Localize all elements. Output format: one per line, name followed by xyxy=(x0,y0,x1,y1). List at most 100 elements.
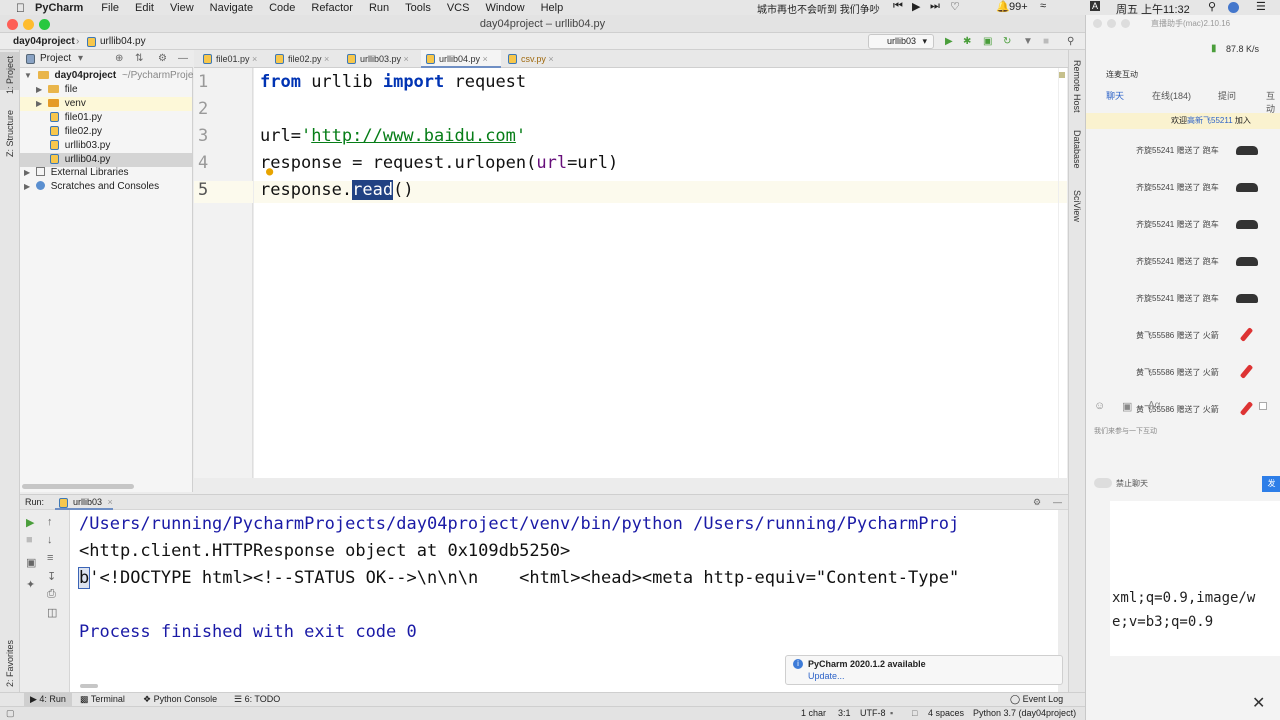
debug-icon[interactable]: ✱ xyxy=(963,33,971,50)
zoom-window-button[interactable] xyxy=(1121,19,1130,28)
tab-file02[interactable]: file02.py × xyxy=(270,50,342,68)
intention-bulb-icon[interactable]: ● xyxy=(266,164,273,178)
gear-icon[interactable]: ⚙ xyxy=(1033,495,1041,510)
concurrency-icon[interactable]: ▼ xyxy=(1023,33,1033,50)
structure-tool-label[interactable]: Z: Structure xyxy=(5,110,15,157)
close-icon[interactable]: × xyxy=(548,54,553,64)
tab-run[interactable]: ▶ 4: Run xyxy=(24,693,72,706)
status-encoding[interactable]: UTF-8 xyxy=(860,707,886,720)
menu-run[interactable]: Run xyxy=(369,2,389,14)
menu-refactor[interactable]: Refactor xyxy=(311,2,353,14)
print-icon[interactable]: ⎙ xyxy=(47,588,56,601)
tree-item-external-libraries[interactable]: ▶ External Libraries xyxy=(24,166,129,180)
project-tool-label[interactable]: 1: Project xyxy=(5,56,15,94)
up-arrow-icon[interactable]: ↑ xyxy=(47,516,53,528)
stop-icon[interactable]: ■ xyxy=(26,534,33,546)
scroll-end-icon[interactable]: ↧ xyxy=(47,570,56,583)
coverage-icon[interactable]: ▣ xyxy=(983,33,992,50)
send-button[interactable]: 发 xyxy=(1262,476,1280,492)
tree-item-file01[interactable]: file01.py xyxy=(50,111,102,125)
favorites-tool-label[interactable]: 2: Favorites xyxy=(5,640,15,687)
tab-csv[interactable]: csv.py × xyxy=(503,50,569,68)
user-avatar-icon[interactable] xyxy=(1228,2,1239,13)
menu-code[interactable]: Code xyxy=(269,2,295,14)
tree-item-venv[interactable]: ▶ venv xyxy=(20,97,192,111)
trash-icon[interactable]: ◫ xyxy=(47,606,57,619)
image-icon[interactable]: ▣ xyxy=(1122,400,1132,413)
inspection-marker[interactable] xyxy=(1059,72,1065,78)
wrap-icon[interactable]: ≡ xyxy=(47,552,53,564)
horizontal-scrollbar[interactable] xyxy=(22,484,134,489)
search-everywhere-icon[interactable]: ⚲ xyxy=(1067,33,1074,50)
close-window-button[interactable] xyxy=(1093,19,1102,28)
media-prev-icon[interactable]: ⏮ xyxy=(893,0,903,13)
run-icon[interactable]: ▶ xyxy=(945,33,953,50)
tree-item-urllib04[interactable]: urllib04.py xyxy=(20,153,192,167)
tree-item-file[interactable]: ▶ file xyxy=(36,83,78,97)
tab-terminal[interactable]: ▩ Terminal xyxy=(80,693,125,706)
close-icon[interactable]: ✕ xyxy=(1252,693,1265,713)
apple-icon[interactable]:  xyxy=(16,1,25,15)
toggle-tool-windows-icon[interactable]: ▢ xyxy=(6,707,15,720)
tab-file01[interactable]: file01.py × xyxy=(198,50,268,68)
breadcrumb-file[interactable]: urllib04.py xyxy=(100,33,146,50)
string-url[interactable]: http://www.baidu.com xyxy=(311,126,516,146)
update-notification[interactable]: i PyCharm 2020.1.2 available Update... xyxy=(785,655,1063,685)
input-method-icon[interactable]: A xyxy=(1090,1,1101,11)
minimize-window-button[interactable] xyxy=(1107,19,1116,28)
tab-interact[interactable]: 互动 xyxy=(1266,89,1280,115)
font-icon[interactable]: Aα xyxy=(1148,400,1160,411)
status-interpreter[interactable]: Python 3.7 (day04project) xyxy=(973,707,1076,720)
console-scrollbar[interactable] xyxy=(80,684,98,688)
tree-item-file02[interactable]: file02.py xyxy=(50,125,102,139)
remote-host-label[interactable]: Remote Host xyxy=(1072,60,1082,113)
readonly-icon[interactable]: □ xyxy=(912,707,917,720)
run-tab[interactable]: urllib03 × xyxy=(55,495,113,510)
heart-icon[interactable]: ♡ xyxy=(950,0,960,13)
run-config-selector[interactable]: urllib03 ▾ xyxy=(868,34,934,49)
zoom-window-button[interactable] xyxy=(39,19,50,30)
tab-python-console[interactable]: ❖ Python Console xyxy=(143,693,217,706)
gear-icon[interactable]: ⚙ xyxy=(158,50,167,68)
menu-file[interactable]: File xyxy=(101,2,119,14)
tab-questions[interactable]: 提问 xyxy=(1218,89,1236,102)
mute-toggle[interactable] xyxy=(1094,478,1112,488)
menu-help[interactable]: Help xyxy=(541,2,564,14)
hide-icon[interactable]: — xyxy=(1053,495,1062,510)
close-window-button[interactable] xyxy=(7,19,18,30)
close-icon[interactable]: × xyxy=(108,497,113,507)
collapse-icon[interactable]: ⇅ xyxy=(135,50,143,68)
menu-tools[interactable]: Tools xyxy=(405,2,431,14)
breadcrumb-project[interactable]: day04project xyxy=(13,33,75,50)
event-log-button[interactable]: ◯ Event Log xyxy=(1010,693,1063,706)
menu-window[interactable]: Window xyxy=(485,2,524,14)
tab-urllib04[interactable]: urllib04.py × xyxy=(421,50,501,68)
tab-online[interactable]: 在线(184) xyxy=(1152,89,1191,102)
menu-vcs[interactable]: VCS xyxy=(447,2,470,14)
notification-bell-icon[interactable]: 🔔 xyxy=(996,0,1010,13)
close-icon[interactable]: × xyxy=(324,54,329,64)
emoji-icon[interactable]: ☺ xyxy=(1094,400,1105,412)
close-icon[interactable]: × xyxy=(252,54,257,64)
profile-icon[interactable]: ↻ xyxy=(1003,33,1011,50)
status-indent[interactable]: 4 spaces xyxy=(928,707,964,720)
locate-icon[interactable]: ⊕ xyxy=(115,50,123,68)
database-label[interactable]: Database xyxy=(1072,130,1082,169)
menu-view[interactable]: View xyxy=(170,2,194,14)
tab-chat[interactable]: 聊天 xyxy=(1106,89,1124,102)
rerun-icon[interactable]: ▶ xyxy=(26,516,34,529)
menu-edit[interactable]: Edit xyxy=(135,2,154,14)
menu-list-icon[interactable]: ☰ xyxy=(1256,0,1266,13)
app-menu[interactable]: PyCharm xyxy=(35,2,83,14)
pin-icon[interactable]: ✦ xyxy=(26,578,35,591)
media-play-icon[interactable]: ▶ xyxy=(912,0,920,13)
close-icon[interactable]: × xyxy=(483,54,488,64)
tree-item-urllib03[interactable]: urllib03.py xyxy=(50,139,110,153)
wifi-icon[interactable]: ≈ xyxy=(1040,0,1046,12)
hide-icon[interactable]: — xyxy=(178,50,188,68)
search-icon[interactable]: ⚲ xyxy=(1208,0,1216,13)
menu-navigate[interactable]: Navigate xyxy=(210,2,253,14)
project-view-selector[interactable]: Project xyxy=(40,50,71,68)
close-icon[interactable]: × xyxy=(404,54,409,64)
status-caret-position[interactable]: 3:1 xyxy=(838,707,851,720)
